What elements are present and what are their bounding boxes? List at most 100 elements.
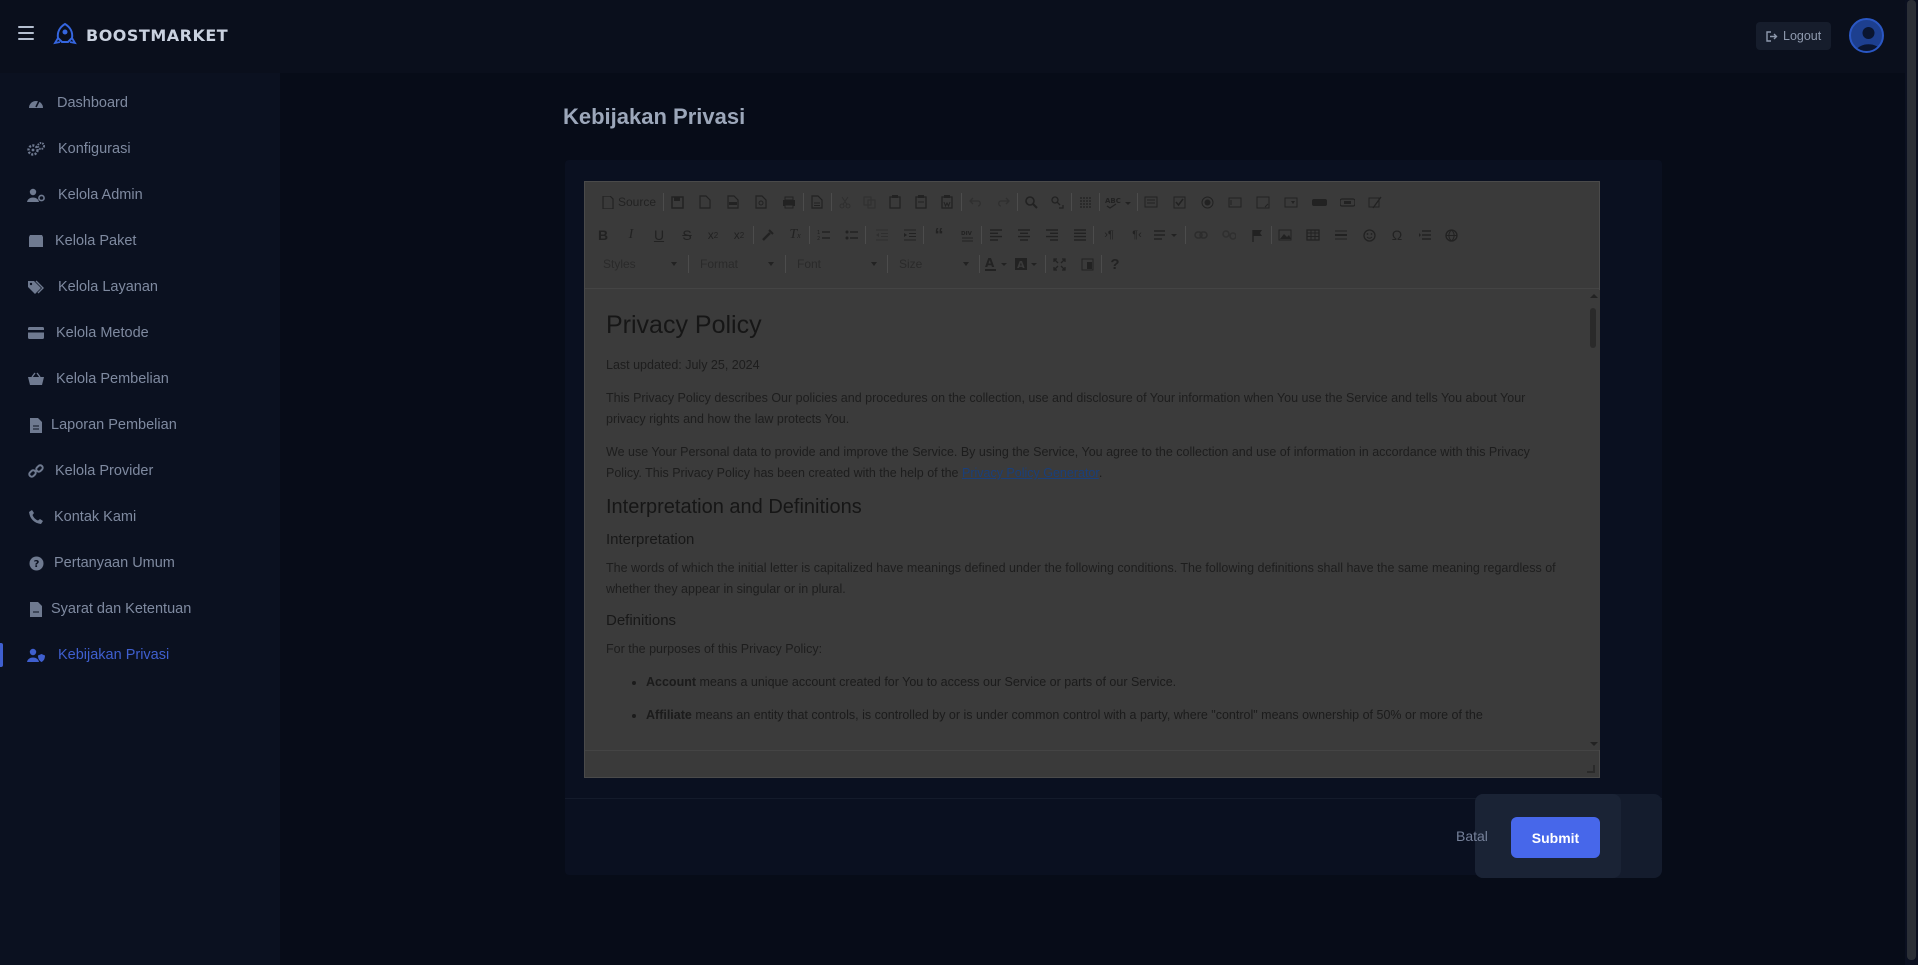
logout-button[interactable]: Logout bbox=[1756, 22, 1832, 50]
templates-icon[interactable] bbox=[807, 192, 827, 212]
editor-scrollbar[interactable] bbox=[1586, 290, 1600, 750]
sidebar-item-kelola-layanan[interactable]: Kelola Layanan bbox=[0, 269, 280, 305]
button-icon[interactable] bbox=[1309, 192, 1329, 212]
strikethrough-icon[interactable]: S bbox=[677, 225, 697, 245]
hidden-field-icon[interactable] bbox=[1365, 192, 1385, 212]
paste-icon[interactable] bbox=[885, 192, 905, 212]
select-field-icon[interactable] bbox=[1281, 192, 1301, 212]
scroll-down-icon[interactable] bbox=[1590, 742, 1598, 746]
bold-icon[interactable]: B bbox=[593, 225, 613, 245]
outdent-icon[interactable] bbox=[871, 225, 891, 245]
user-avatar-icon[interactable] bbox=[1849, 18, 1884, 53]
sidebar-item-kelola-pembelian[interactable]: Kelola Pembelian bbox=[0, 361, 280, 397]
background-color-icon[interactable]: A bbox=[1013, 254, 1041, 274]
sidebar-item-syarat-ketentuan[interactable]: Syarat dan Ketentuan bbox=[0, 591, 280, 627]
subscript-icon[interactable]: x2 bbox=[703, 225, 723, 245]
page-break-icon[interactable] bbox=[1415, 225, 1435, 245]
export-pdf-icon[interactable] bbox=[723, 192, 743, 212]
paste-word-icon[interactable] bbox=[937, 192, 957, 212]
sidebar-item-kontak-kami[interactable]: Kontak Kami bbox=[0, 499, 280, 535]
smiley-icon[interactable] bbox=[1359, 225, 1379, 245]
copy-icon[interactable] bbox=[859, 192, 879, 212]
align-left-icon[interactable] bbox=[985, 225, 1005, 245]
create-div-icon[interactable]: DIV bbox=[957, 225, 977, 245]
indent-icon[interactable] bbox=[899, 225, 919, 245]
undo-icon[interactable] bbox=[965, 192, 985, 212]
special-char-icon[interactable]: Ω bbox=[1387, 225, 1407, 245]
numbered-list-icon[interactable]: 12 bbox=[813, 225, 833, 245]
link-icon bbox=[27, 463, 45, 479]
redo-icon[interactable] bbox=[993, 192, 1013, 212]
privacy-policy-generator-link[interactable]: Privacy Policy Generator bbox=[962, 466, 1099, 480]
copy-formatting-icon[interactable] bbox=[757, 225, 777, 245]
page-scrollbar[interactable] bbox=[1905, 0, 1918, 965]
replace-icon[interactable] bbox=[1047, 192, 1067, 212]
radio-icon[interactable] bbox=[1197, 192, 1217, 212]
resize-handle-icon[interactable] bbox=[1587, 765, 1595, 773]
size-dropdown[interactable]: Size bbox=[891, 253, 975, 275]
unlink-icon[interactable] bbox=[1219, 225, 1239, 245]
text-color-icon[interactable]: A bbox=[983, 254, 1011, 274]
cancel-button[interactable]: Batal bbox=[1456, 828, 1488, 844]
image-icon[interactable] bbox=[1275, 225, 1295, 245]
text-direction-ltr-icon[interactable]: ›¶ bbox=[1099, 225, 1119, 245]
print-icon[interactable] bbox=[779, 192, 799, 212]
styles-dropdown[interactable]: Styles bbox=[595, 253, 683, 275]
blockquote-icon[interactable]: “ bbox=[929, 225, 949, 245]
menu-toggle-icon[interactable] bbox=[18, 26, 34, 40]
form-icon[interactable] bbox=[1141, 192, 1161, 212]
sidebar-item-label: Pertanyaan Umum bbox=[54, 555, 175, 571]
logout-label: Logout bbox=[1783, 29, 1822, 43]
sidebar-item-kelola-paket[interactable]: Kelola Paket bbox=[0, 223, 280, 259]
sidebar-item-laporan-pembelian[interactable]: Laporan Pembelian bbox=[0, 407, 280, 443]
sidebar-item-kelola-provider[interactable]: Kelola Provider bbox=[0, 453, 280, 489]
justify-icon[interactable] bbox=[1069, 225, 1089, 245]
find-icon[interactable] bbox=[1021, 192, 1041, 212]
doc-heading-2: Interpretation and Definitions bbox=[606, 496, 862, 518]
horizontal-line-icon[interactable] bbox=[1331, 225, 1351, 245]
sidebar-item-kelola-admin[interactable]: Kelola Admin bbox=[0, 177, 280, 213]
maximize-icon[interactable] bbox=[1049, 254, 1069, 274]
page-scroll-thumb[interactable] bbox=[1907, 0, 1916, 960]
source-button[interactable]: Source bbox=[599, 192, 659, 212]
checkbox-icon[interactable] bbox=[1169, 192, 1189, 212]
bulleted-list-icon[interactable] bbox=[841, 225, 861, 245]
spellcheck-icon[interactable]: ABC bbox=[1103, 192, 1133, 212]
font-dropdown[interactable]: Font bbox=[789, 253, 883, 275]
align-right-icon[interactable] bbox=[1041, 225, 1061, 245]
show-blocks-icon[interactable] bbox=[1077, 254, 1097, 274]
text-direction-rtl-icon[interactable]: ¶‹ bbox=[1127, 225, 1147, 245]
save-icon[interactable] bbox=[667, 192, 687, 212]
scroll-thumb[interactable] bbox=[1590, 308, 1596, 348]
cut-icon[interactable] bbox=[835, 192, 855, 212]
submit-button[interactable]: Submit bbox=[1511, 817, 1600, 858]
sidebar-item-kebijakan-privasi[interactable]: Kebijakan Privasi bbox=[0, 637, 280, 673]
preview-icon[interactable] bbox=[751, 192, 771, 212]
remove-format-icon[interactable]: Tx bbox=[785, 225, 805, 245]
editor-content[interactable]: Privacy Policy Last updated: July 25, 20… bbox=[585, 290, 1585, 750]
text-field-icon[interactable] bbox=[1225, 192, 1245, 212]
help-icon[interactable]: ? bbox=[1105, 254, 1125, 274]
sidebar-item-dashboard[interactable]: Dashboard bbox=[0, 85, 280, 121]
superscript-icon[interactable]: x2 bbox=[729, 225, 749, 245]
sidebar-item-konfigurasi[interactable]: Konfigurasi bbox=[0, 131, 280, 167]
sidebar-item-pertanyaan-umum[interactable]: ? Pertanyaan Umum bbox=[0, 545, 280, 581]
textarea-icon[interactable] bbox=[1253, 192, 1273, 212]
paste-text-icon[interactable] bbox=[911, 192, 931, 212]
new-page-icon[interactable] bbox=[695, 192, 715, 212]
brand-logo[interactable]: BOOSTMARKET bbox=[52, 22, 228, 48]
anchor-flag-icon[interactable] bbox=[1247, 225, 1267, 245]
format-dropdown[interactable]: Format bbox=[692, 253, 780, 275]
language-icon[interactable] bbox=[1151, 225, 1181, 245]
underline-icon[interactable]: U bbox=[649, 225, 669, 245]
select-all-icon[interactable] bbox=[1075, 192, 1095, 212]
sidebar-item-kelola-metode[interactable]: Kelola Metode bbox=[0, 315, 280, 351]
italic-icon[interactable]: I bbox=[621, 225, 641, 245]
table-icon[interactable] bbox=[1303, 225, 1323, 245]
link-icon[interactable] bbox=[1191, 225, 1211, 245]
align-center-icon[interactable] bbox=[1013, 225, 1033, 245]
iframe-globe-icon[interactable] bbox=[1441, 225, 1461, 245]
image-button-icon[interactable] bbox=[1337, 192, 1357, 212]
scroll-up-icon[interactable] bbox=[1590, 294, 1598, 298]
rich-text-editor[interactable]: Source ABC B I U S x 2 x 2 T x 1 2 “ DIV… bbox=[584, 181, 1600, 778]
